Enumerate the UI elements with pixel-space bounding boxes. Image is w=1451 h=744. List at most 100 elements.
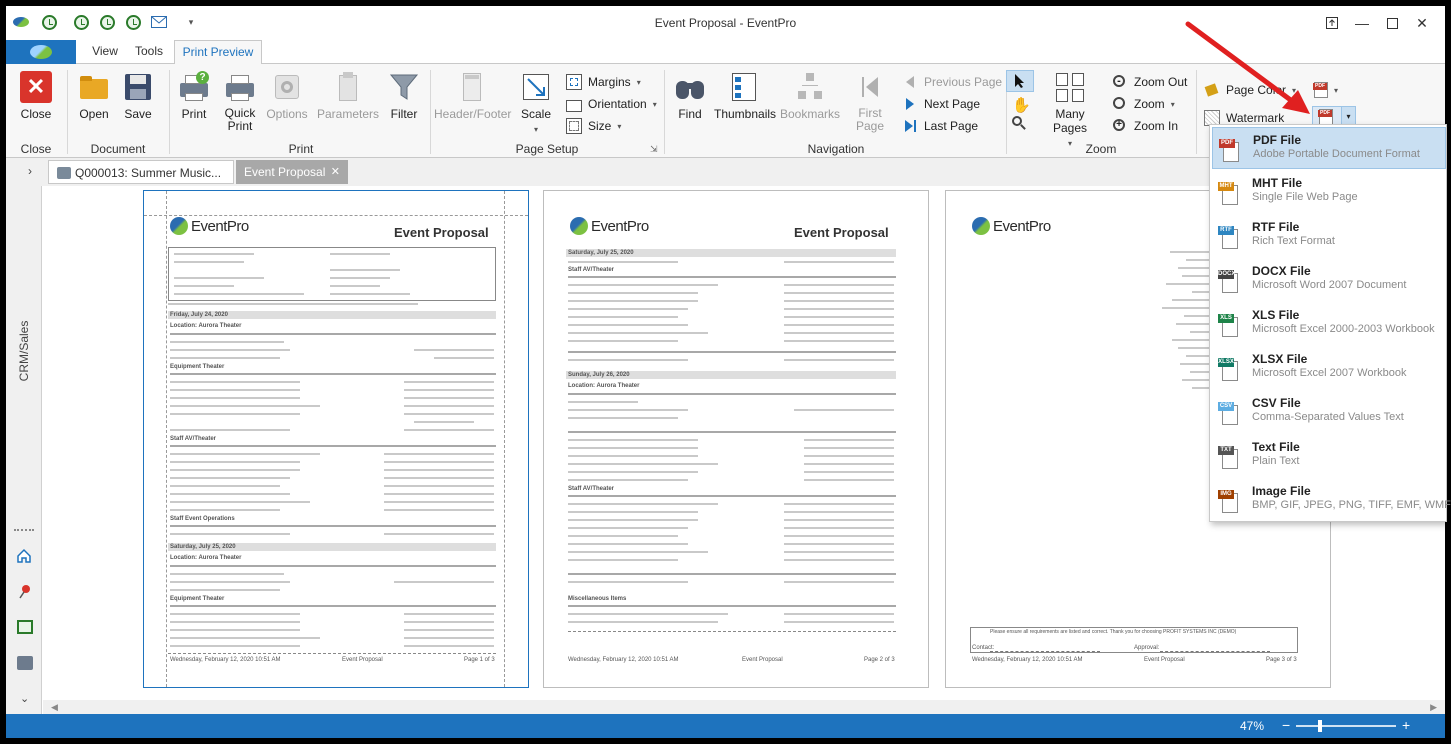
export-rtf-item[interactable]: RTF RTF File Rich Text Format bbox=[1212, 215, 1446, 257]
section-location: Location: Aurora Theater bbox=[568, 383, 640, 389]
zoom-in-status-button[interactable]: + bbox=[1402, 717, 1410, 733]
previous-page-button[interactable]: Previous Page bbox=[902, 72, 1002, 92]
page-setup-launcher-icon[interactable]: ⇲ bbox=[650, 144, 658, 155]
zoom-slider-thumb[interactable] bbox=[1317, 720, 1322, 732]
scroll-left-icon[interactable]: ◀ bbox=[51, 700, 58, 714]
horizontal-scrollbar[interactable]: ◀ ▶ bbox=[43, 700, 1445, 714]
docx-file-icon: DOCX bbox=[1218, 270, 1240, 294]
size-button[interactable]: Size ▾ bbox=[566, 116, 621, 136]
export-mht-item[interactable]: MHT MHT File Single File Web Page bbox=[1212, 171, 1446, 213]
parameters-button[interactable]: Parameters bbox=[312, 69, 384, 139]
thumbnails-button[interactable]: Thumbnails bbox=[714, 69, 777, 139]
export-pdf-button[interactable]: PDF ▾ bbox=[1313, 80, 1350, 100]
zoom-in-button[interactable]: + Zoom In bbox=[1112, 116, 1178, 136]
calendar-icon[interactable] bbox=[17, 620, 33, 634]
dropdown-arrow-icon: ▾ bbox=[617, 121, 622, 131]
page-size-icon bbox=[566, 118, 582, 134]
export-txt-item[interactable]: TXT Text File Plain Text bbox=[1212, 435, 1446, 477]
zoom-group-label: Zoom bbox=[1085, 142, 1117, 156]
zoom-level: 47% bbox=[1240, 719, 1265, 733]
scale-button[interactable]: Scale ▾ bbox=[516, 69, 556, 139]
zoom-out-status-button[interactable]: − bbox=[1282, 717, 1290, 733]
thumbnails-label: Thumbnails bbox=[714, 107, 777, 121]
pdf-file-icon: PDF bbox=[1219, 139, 1241, 163]
zoom-button[interactable]: Zoom ▾ bbox=[1112, 94, 1175, 114]
margins-button[interactable]: Margins ▾ bbox=[566, 72, 641, 92]
many-pages-button[interactable]: Many Pages ▾ bbox=[1038, 69, 1102, 148]
home-icon[interactable] bbox=[16, 548, 32, 564]
eventpro-logo: EventPro bbox=[570, 217, 649, 235]
first-page-icon bbox=[854, 71, 886, 103]
tab-quote-summer-music[interactable]: Q000013: Summer Music... bbox=[48, 160, 234, 184]
find-button[interactable]: Find bbox=[670, 69, 710, 139]
next-page-button[interactable]: Next Page bbox=[902, 94, 980, 114]
file-tab[interactable] bbox=[6, 40, 76, 64]
page-color-button[interactable]: Page Color ▾ bbox=[1204, 80, 1296, 100]
save-button[interactable]: Save bbox=[118, 69, 158, 139]
export-img-item[interactable]: IMG Image File BMP, GIF, JPEG, PNG, TIFF, … bbox=[1212, 479, 1451, 521]
tab-tools[interactable]: Tools bbox=[128, 40, 170, 64]
pin-icon[interactable] bbox=[18, 584, 32, 600]
preview-page-1[interactable]: EventPro Event Proposal Friday, July 24,… bbox=[143, 190, 529, 688]
zoom-out-button[interactable]: - Zoom Out bbox=[1112, 72, 1187, 92]
page-footer-number: Page 2 of 3 bbox=[864, 657, 895, 663]
tab-view[interactable]: View bbox=[82, 40, 128, 64]
open-label: Open bbox=[79, 107, 109, 121]
orientation-button[interactable]: Orientation ▾ bbox=[566, 94, 657, 114]
restore-ribbon-icon[interactable] bbox=[1318, 10, 1346, 36]
export-docx-item[interactable]: DOCX DOCX File Microsoft Word 2007 Documen… bbox=[1212, 259, 1446, 301]
close-preview-button[interactable]: ✕ Close bbox=[14, 69, 58, 139]
bookmarks-button[interactable]: Bookmarks bbox=[780, 69, 840, 139]
expand-panel-icon[interactable]: › bbox=[28, 164, 32, 178]
header-footer-button[interactable]: Header/Footer bbox=[434, 69, 512, 139]
document-title: Event Proposal bbox=[394, 225, 489, 240]
group-separator bbox=[1196, 70, 1197, 154]
magnifier-tool-icon[interactable] bbox=[1012, 116, 1026, 130]
export-item-title: Image File bbox=[1252, 484, 1311, 498]
zoom-slider[interactable] bbox=[1296, 720, 1396, 732]
export-csv-item[interactable]: CSV CSV File Comma-Separated Values Text bbox=[1212, 391, 1446, 433]
zoom-icon bbox=[1112, 96, 1128, 112]
module-label[interactable]: CRM/Sales bbox=[17, 313, 31, 389]
export-pdf-item[interactable]: PDF PDF File Adobe Portable Document Forma… bbox=[1212, 127, 1446, 169]
pointer-tool-button[interactable] bbox=[1006, 70, 1034, 92]
minimize-icon[interactable]: — bbox=[1348, 10, 1376, 36]
filter-button[interactable]: Filter bbox=[384, 69, 424, 139]
tab-event-proposal[interactable]: Event Proposal ✕ bbox=[236, 160, 348, 184]
options-icon bbox=[271, 71, 303, 103]
tab-print-preview[interactable]: Print Preview bbox=[174, 40, 262, 65]
export-xls-item[interactable]: XLS XLS File Microsoft Excel 2000-2003 Wor… bbox=[1212, 303, 1446, 345]
export-xlsx-item[interactable]: XLSX XLSX File Microsoft Excel 2007 Workbo… bbox=[1212, 347, 1446, 389]
tab-event-proposal-label: Event Proposal bbox=[244, 165, 326, 179]
close-group-label: Close bbox=[20, 142, 52, 156]
txt-file-icon: TXT bbox=[1218, 446, 1240, 470]
first-page-label-1: First bbox=[858, 106, 882, 120]
export-item-subtitle: BMP, GIF, JPEG, PNG, TIFF, EMF, WMF bbox=[1252, 499, 1451, 511]
scroll-right-icon[interactable]: ▶ bbox=[1430, 700, 1437, 714]
file-badge: XLS bbox=[1218, 314, 1234, 323]
paint-bucket-icon bbox=[1204, 82, 1220, 98]
parameters-label: Parameters bbox=[316, 107, 380, 121]
first-page-button[interactable]: First Page bbox=[850, 69, 890, 139]
preview-page-2[interactable]: EventPro Event Proposal Saturday, July 2… bbox=[543, 190, 929, 688]
quick-print-button[interactable]: Quick Print bbox=[218, 69, 262, 139]
export-item-subtitle: Microsoft Word 2007 Document bbox=[1252, 279, 1407, 291]
page-footer-date: Wednesday, February 12, 2020 10:51 AM bbox=[972, 657, 1083, 663]
pane-splitter[interactable] bbox=[14, 529, 34, 531]
hand-tool-icon[interactable]: ✋ bbox=[1012, 96, 1031, 114]
dropdown-arrow-icon: ▾ bbox=[533, 125, 538, 134]
title-bar: ▾ Event Proposal - EventPro — ✕ bbox=[6, 6, 1445, 40]
group-separator bbox=[664, 70, 665, 154]
close-tab-icon[interactable]: ✕ bbox=[331, 160, 340, 184]
open-button[interactable]: Open bbox=[74, 69, 114, 139]
page-footer-title: Event Proposal bbox=[1144, 657, 1185, 663]
options-button[interactable]: Options bbox=[264, 69, 310, 139]
last-page-button[interactable]: Last Page bbox=[902, 116, 978, 136]
close-window-icon[interactable]: ✕ bbox=[1408, 10, 1436, 36]
approval-line bbox=[1160, 651, 1270, 652]
tools-icon[interactable] bbox=[17, 656, 33, 670]
print-button[interactable]: ? Print bbox=[174, 69, 214, 139]
maximize-icon[interactable] bbox=[1378, 10, 1406, 36]
chevron-down-icon[interactable]: ⌄ bbox=[20, 692, 29, 705]
header-footer-label: Header/Footer bbox=[434, 107, 512, 121]
